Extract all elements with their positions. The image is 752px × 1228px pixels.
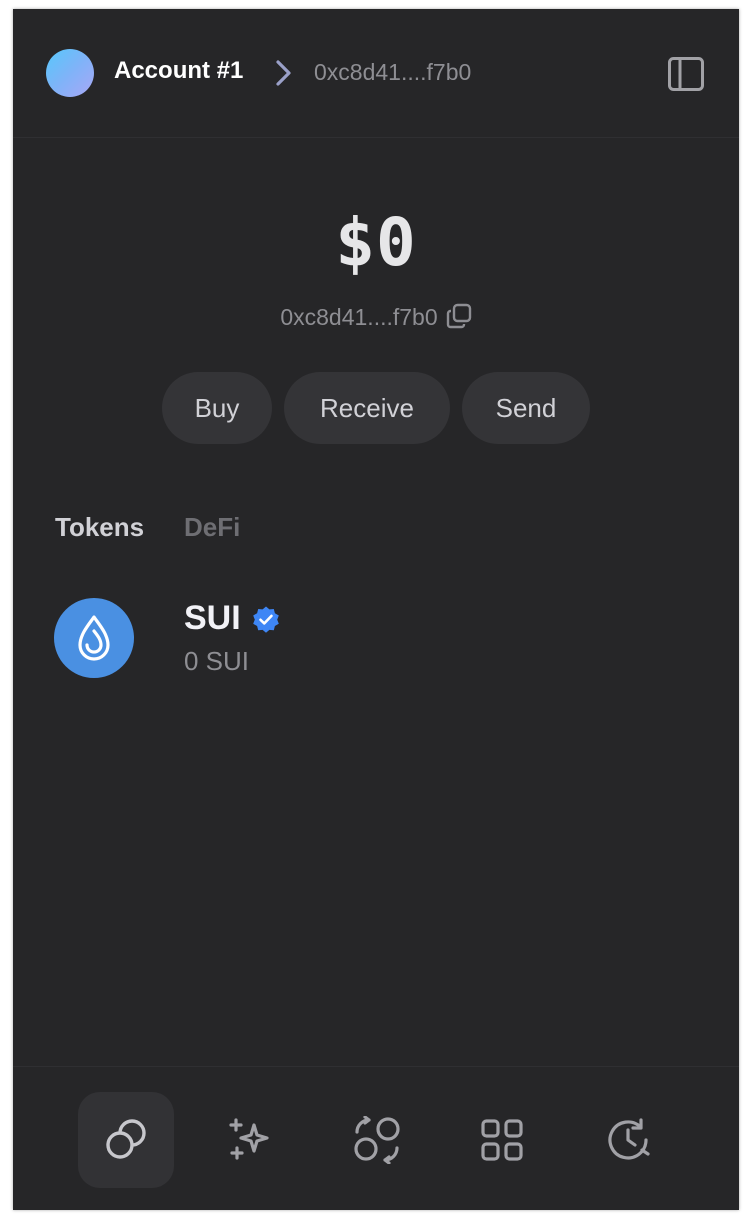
- balance-amount: $0: [335, 204, 417, 281]
- account-address[interactable]: 0xc8d41....f7b0: [314, 59, 471, 86]
- tab-defi[interactable]: DeFi: [184, 512, 240, 543]
- nav-history[interactable]: [580, 1092, 676, 1188]
- sui-drop-icon: [54, 598, 134, 678]
- swap-icon: [354, 1116, 400, 1164]
- nav-apps[interactable]: [454, 1092, 550, 1188]
- account-name[interactable]: Account #1: [114, 57, 243, 85]
- receive-button[interactable]: Receive: [284, 372, 450, 444]
- wallet-window: Account #1 0xc8d41....f7b0 $0 0xc8d41...…: [13, 9, 739, 1210]
- token-symbol: SUI: [184, 599, 241, 637]
- nav-sparkles[interactable]: [203, 1092, 299, 1188]
- wallet-address: 0xc8d41....f7b0: [280, 304, 438, 330]
- bottom-nav: [13, 1066, 739, 1210]
- nav-swap[interactable]: [329, 1092, 425, 1188]
- sidebar-toggle-icon[interactable]: [667, 55, 705, 93]
- buy-button[interactable]: Buy: [162, 372, 272, 444]
- tab-tokens[interactable]: Tokens: [55, 512, 144, 543]
- copy-icon[interactable]: [446, 303, 472, 335]
- coins-icon: [106, 1119, 146, 1159]
- send-button[interactable]: Send: [462, 372, 590, 444]
- chevron-right-icon[interactable]: [272, 59, 296, 87]
- sparkles-icon: [229, 1118, 269, 1160]
- token-amount: 0 SUI: [184, 646, 250, 676]
- history-icon: [608, 1118, 650, 1160]
- apps-grid-icon: [481, 1119, 523, 1161]
- address-row[interactable]: 0xc8d41....f7b0: [13, 303, 739, 335]
- avatar[interactable]: [46, 49, 94, 97]
- nav-coins[interactable]: [78, 1092, 174, 1188]
- header: Account #1 0xc8d41....f7b0: [13, 9, 739, 138]
- verified-badge-icon: [251, 605, 281, 640]
